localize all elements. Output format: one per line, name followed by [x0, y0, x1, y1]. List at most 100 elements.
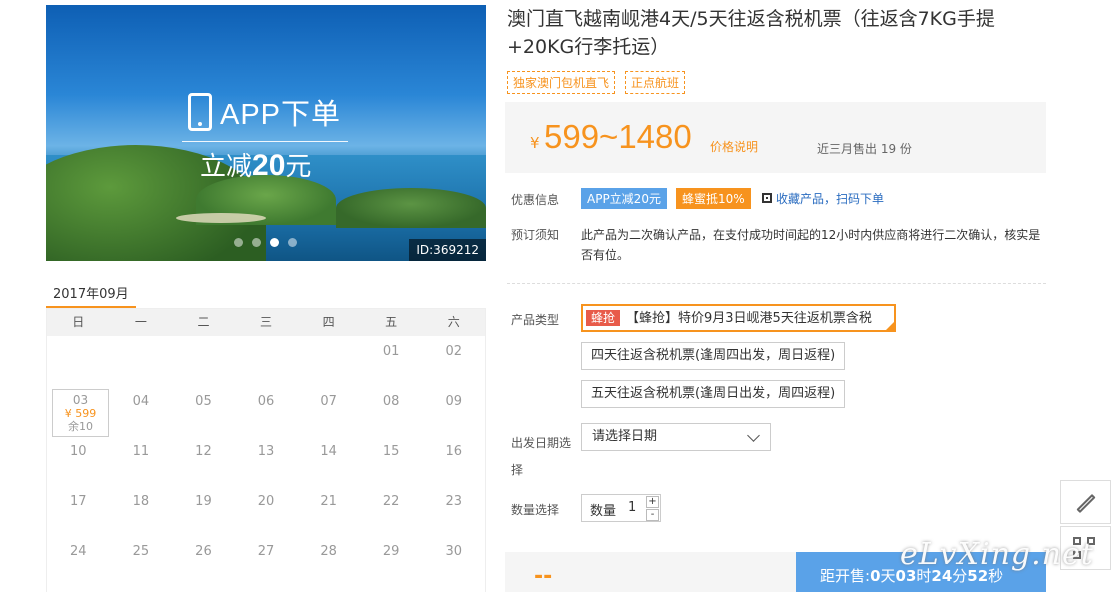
- calendar-month-tab[interactable]: 2017年09月: [46, 275, 136, 309]
- sold-count: 近三月售出 19 份: [817, 142, 912, 156]
- calendar-week: 01 02: [47, 336, 485, 386]
- product-type-option[interactable]: 五天往返含税机票(逢周日出发，周四返程): [581, 380, 846, 408]
- calendar-day: 19: [195, 494, 212, 509]
- product-tag: 独家澳门包机直飞: [507, 71, 616, 94]
- calendar-day: 24: [70, 544, 87, 559]
- phone-icon: [188, 93, 212, 131]
- product-type-option-selected[interactable]: 蜂抢 【蜂抢】特价9月3日岘港5天往返机票含税: [581, 304, 896, 332]
- collect-scan-link[interactable]: 收藏产品，扫码下单: [776, 190, 884, 207]
- calendar-day: 23: [445, 494, 463, 509]
- calendar-day: 09: [445, 394, 463, 409]
- product-type-option[interactable]: 四天往返含税机票(逢周四出发，周日返程): [581, 342, 846, 370]
- banner-beach: [176, 213, 266, 223]
- available-date-box[interactable]: 03 ¥ 599 余10: [52, 389, 109, 437]
- watermark: eLvXing.net: [900, 537, 1094, 572]
- type-label: 产品类型: [511, 313, 560, 327]
- calendar-day: 20: [257, 494, 275, 509]
- day-price: ¥ 599: [64, 407, 97, 420]
- currency-symbol: ¥: [530, 134, 540, 152]
- quantity-label: 数量选择: [511, 503, 560, 517]
- calendar-day-available[interactable]: 03 ¥ 599 余10: [47, 386, 110, 437]
- calendar-day: 14: [320, 444, 337, 459]
- calendar-day: 27: [257, 544, 275, 559]
- calendar-week: 10 11 12 13 14 15 16: [47, 436, 485, 486]
- banner-divider: [182, 141, 348, 142]
- date-select[interactable]: 请选择日期: [581, 423, 771, 451]
- calendar-week: 03 ¥ 599 余10 04 05 06 07 08 09: [47, 386, 485, 437]
- pencil-icon: [1076, 493, 1096, 514]
- calendar-day: [110, 336, 173, 386]
- app-discount-badge: APP立减20元: [581, 188, 667, 209]
- calendar-day: 25: [132, 544, 150, 559]
- flash-sale-tag: 蜂抢: [586, 310, 621, 326]
- banner-id: ID:369212: [409, 239, 486, 261]
- calendar-day: 18: [132, 494, 150, 509]
- calendar-day: 22: [382, 494, 400, 509]
- banner-hill: [336, 188, 486, 228]
- product-tags: 独家澳门包机直飞 正点航班: [507, 71, 686, 94]
- calendar-day: 02: [445, 344, 463, 359]
- slide-dot[interactable]: [252, 238, 261, 247]
- calendar-day: 12: [195, 444, 212, 459]
- qr-code-icon: [762, 193, 772, 203]
- price-box: ¥ 599~1480 价格说明 近三月售出 19 份: [505, 102, 1046, 173]
- date-label: 出发日期选择: [511, 436, 572, 477]
- calendar-day: 16: [445, 444, 463, 459]
- weekday: 一: [134, 315, 147, 329]
- calendar-day: 01: [382, 344, 400, 359]
- product-title: 澳门直飞越南岘港4天/5天往返含税机票（往返含7KG手提+20KG行李托运）: [507, 8, 995, 58]
- weekday: 四: [322, 315, 335, 329]
- promo-label: 优惠信息: [511, 193, 560, 207]
- quantity-field-label: 数量: [590, 504, 617, 519]
- minus-button[interactable]: -: [646, 509, 659, 521]
- slide-dot-active[interactable]: [270, 238, 279, 247]
- bottom-price-placeholder: --: [534, 564, 553, 589]
- slide-dot[interactable]: [234, 238, 243, 247]
- price-note-link[interactable]: 价格说明: [710, 138, 758, 155]
- calendar-weekdays: 日 一 二 三 四 五 六: [47, 309, 485, 336]
- notice-label: 预订须知: [511, 228, 560, 242]
- plus-button[interactable]: +: [646, 496, 659, 508]
- calendar-day: 15: [382, 444, 400, 459]
- product-tag: 正点航班: [625, 71, 686, 94]
- calendar-day: 13: [257, 444, 275, 459]
- calendar-week: 24 25 26 27 28 29 30: [47, 536, 485, 586]
- calendar-day: 11: [132, 444, 150, 459]
- product-banner[interactable]: APP下单 立减20元 ID:369212: [46, 5, 486, 261]
- calendar-day: 08: [382, 394, 400, 409]
- calendar-day: [172, 336, 235, 386]
- calendar-day: [47, 336, 110, 386]
- weekday: 三: [260, 315, 273, 329]
- option-text: 【蜂抢】特价9月3日岘港5天往返机票含税: [626, 311, 872, 326]
- calendar-day: 10: [70, 444, 87, 459]
- app-text: APP下单: [220, 99, 342, 131]
- slide-dot[interactable]: [288, 238, 297, 247]
- calendar-day: 21: [320, 494, 337, 509]
- app-promo: APP下单: [188, 91, 341, 133]
- calendar-day: 29: [382, 544, 400, 559]
- weekday: 五: [385, 315, 398, 329]
- chevron-down-icon: [747, 429, 760, 442]
- notice-text: 此产品为二次确认产品，在支付成功时间起的12小时内供应商将进行二次确认，核实是否…: [581, 228, 1041, 262]
- day-remaining: 余10: [68, 420, 93, 433]
- calendar-day: [297, 336, 360, 386]
- calendar-day: 17: [70, 494, 87, 509]
- quantity-value[interactable]: 1: [628, 500, 636, 515]
- quantity-stepper: 数量 1 + -: [581, 494, 661, 522]
- calendar-day: [235, 336, 298, 386]
- day-number: 03: [72, 393, 89, 407]
- weekday: 二: [197, 315, 210, 329]
- price-range: 599~1480: [544, 118, 692, 155]
- calendar-day: 07: [320, 394, 337, 409]
- weekday: 日: [72, 315, 85, 329]
- bee-discount-badge: 蜂蜜抵10%: [676, 188, 751, 209]
- calendar-day: 04: [132, 394, 150, 409]
- feedback-button[interactable]: [1060, 480, 1111, 524]
- calendar-day: 30: [445, 544, 463, 559]
- calendar-day: 06: [257, 394, 275, 409]
- weekday: 六: [447, 315, 460, 329]
- calendar: 日 一 二 三 四 五 六 01 02 03 ¥ 599 余10 04 05 0…: [46, 309, 486, 592]
- calendar-week: 17 18 19 20 21 22 23: [47, 486, 485, 536]
- date-select-value: 请选择日期: [592, 429, 658, 444]
- calendar-day: 28: [320, 544, 337, 559]
